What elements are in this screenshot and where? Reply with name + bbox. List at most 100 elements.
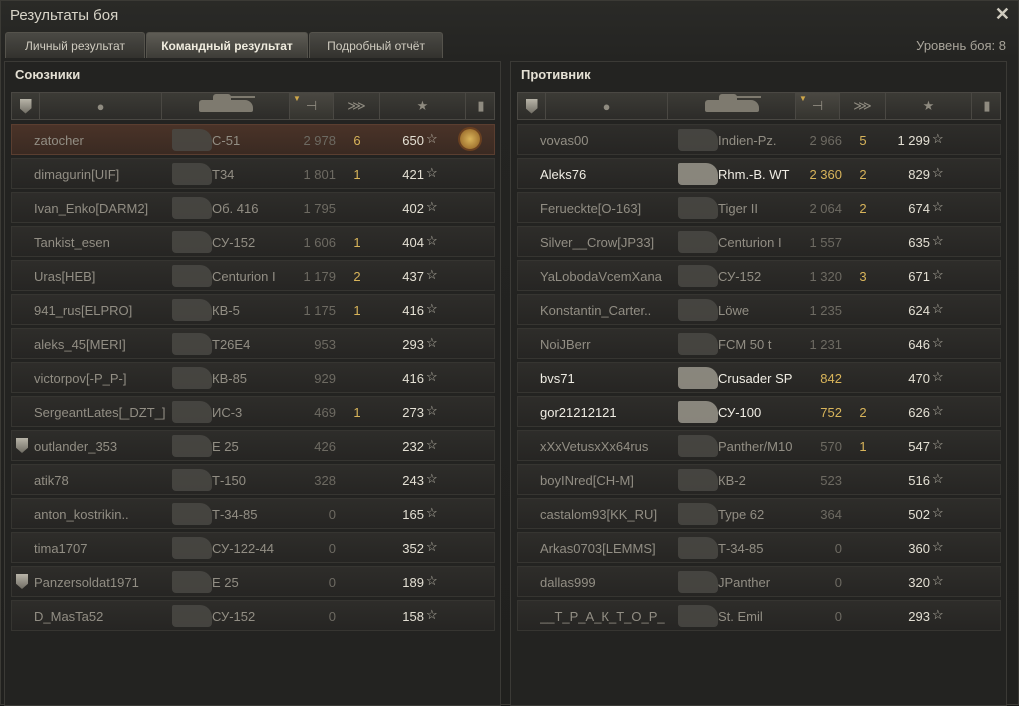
score-value: 626 [908,405,930,420]
score-value: 547 [908,439,930,454]
table-row[interactable]: 941_rus[ELPRO] КВ-5 1 175 1 416 ☆ [11,294,495,325]
enemies-title: Противник [521,67,591,82]
table-row[interactable]: aleks_45[MERI] T26E4 953 293 ☆ [11,328,495,359]
star-icon: ☆ [932,403,944,418]
xp-icon[interactable]: ▼ ⊣ [796,93,840,119]
star-icon: ☆ [426,607,438,622]
tank-icon[interactable] [162,93,290,119]
tank-image [678,299,718,321]
score-value: 165 [402,507,424,522]
player-name: boyINred[CH-M] [540,473,634,488]
star-icon: ☆ [932,131,944,146]
tank-image [172,197,212,219]
medal-icon[interactable]: ▮ [466,93,496,119]
table-row[interactable]: boyINred[CH-M] КВ-2 523 516 ☆ [517,464,1001,495]
close-icon[interactable]: ✕ [995,4,1010,25]
tank-image [172,401,212,423]
score-value: 416 [402,303,424,318]
kills-icon[interactable]: ⋙ [334,93,380,119]
tank-image [678,469,718,491]
table-row[interactable]: Silver__Crow[JP33] Centurion I1 557 635 ☆ [517,226,1001,257]
table-row[interactable]: atik78 Т-150 328 243 ☆ [11,464,495,495]
table-row[interactable]: vovas00 Indien-Pz. 2 966 5 1 299 ☆ [517,124,1001,155]
table-row[interactable]: D_MasTa52 СУ-152 0 158 ☆ [11,600,495,631]
medal-icon[interactable] [460,129,482,151]
table-row[interactable]: outlander_353 E 25 426 232 ☆ [11,430,495,461]
star-icon: ☆ [932,539,944,554]
table-row[interactable]: __Т_Р_А_К_Т_О_Р_ St. Emil 0 293 ☆ [517,600,1001,631]
kills-value: 2 [353,269,361,284]
table-row[interactable]: dimagurin[UIF] Т34 1 801 1 421 ☆ [11,158,495,189]
experience-value: 364 [820,507,842,522]
table-row[interactable]: zatocher С-51 2 978 6 650 ☆ [11,124,495,155]
score-value: 650 [402,133,424,148]
allies-panel: Союзники ● ▼ ⊣ ⋙ ★ ▮ zatocher С-51 2 978 6 65… [4,61,501,706]
player-name: zatocher [34,133,84,148]
player-name: Uras[HEB] [34,269,96,284]
score-value: 158 [402,609,424,624]
experience-value: 0 [328,507,336,522]
player-name: xXxVetusxXx64rus [540,439,649,454]
table-row[interactable]: NoiJBerr FCM 50 t1 231 646 ☆ [517,328,1001,359]
tank-image [678,401,718,423]
player-name: dallas999 [540,575,596,590]
score-value: 516 [908,473,930,488]
squad-icon[interactable] [12,93,40,119]
star-icon: ☆ [426,301,438,316]
title-bar[interactable]: Результаты боя ✕ [1,1,1018,31]
player-name: D_MasTa52 [34,609,104,624]
player-name: __Т_Р_А_К_Т_О_Р_ [540,609,665,624]
table-row[interactable]: bvs71 Crusader SP 842 470 ☆ [517,362,1001,393]
kills-value: 5 [859,133,867,148]
battle-level: Уровень боя: 8 [916,38,1006,53]
tank-icon[interactable] [668,93,796,119]
tank-image [678,503,718,525]
table-row[interactable]: Arkas0703[LEMMS] Т-34-85 0 360 ☆ [517,532,1001,563]
player-name: Konstantin_Carter.. [540,303,652,318]
table-row[interactable]: Tankist_esen СУ-152 1 606 1 404 ☆ [11,226,495,257]
player-name: Aleks76 [540,167,587,182]
table-row[interactable]: Konstantin_Carter.. Löwe 1 235 624 ☆ [517,294,1001,325]
xp-icon[interactable]: ▼ ⊣ [290,93,334,119]
kills-value: 2 [859,405,867,420]
table-row[interactable]: xXxVetusxXx64rus Panther/M10 570 1 547 ☆ [517,430,1001,461]
table-row[interactable]: Aleks76 Rhm.-B. WT 2 360 2 829 ☆ [517,158,1001,189]
score-value: 1 299 [897,133,930,148]
score-value: 470 [908,371,930,386]
player-name: dimagurin[UIF] [34,167,120,182]
table-row[interactable]: Ivan_Enko[DARM2] Об. 416 1 795 402 ☆ [11,192,495,223]
squad-icon[interactable] [518,93,546,119]
tank-image [678,231,718,253]
score-value: 421 [402,167,424,182]
player-icon[interactable]: ● [546,93,668,119]
table-row[interactable]: Uras[HEB] Centurion I1 179 2 437 ☆ [11,260,495,291]
experience-value: 0 [834,609,842,624]
tank-image [172,367,212,389]
score-value: 293 [908,609,930,624]
table-row[interactable]: anton_kostrikin.. Т-34-85 0 165 ☆ [11,498,495,529]
table-row[interactable]: victorpov[-P_P-] КВ-85 929 416 ☆ [11,362,495,393]
tab-team-result[interactable]: Командный результат [146,32,308,58]
medal-icon[interactable]: ▮ [972,93,1002,119]
table-row[interactable]: SergeantLates[_DZT_] ИС-3 469 1 273 ☆ [11,396,495,427]
table-row[interactable]: dallas999 JPanther 0 320 ☆ [517,566,1001,597]
table-row[interactable]: tima1707 СУ-122-44 0 352 ☆ [11,532,495,563]
kills-icon[interactable]: ⋙ [840,93,886,119]
table-row[interactable]: gor21212121 СУ-100 752 2 626 ☆ [517,396,1001,427]
table-row[interactable]: Panzersoldat1971 E 25 0 189 ☆ [11,566,495,597]
table-row[interactable]: Ferueckte[O-163] Tiger II 2 064 2 674 ☆ [517,192,1001,223]
table-row[interactable]: castalom93[KK_RU] Type 62 364 502 ☆ [517,498,1001,529]
player-name: aleks_45[MERI] [34,337,126,352]
player-name: castalom93[KK_RU] [540,507,658,522]
star-icon[interactable]: ★ [380,93,466,119]
player-icon[interactable]: ● [40,93,162,119]
score-value: 293 [402,337,424,352]
table-row[interactable]: YaLobodaVcemXana СУ-152 1 320 3 671 ☆ [517,260,1001,291]
tab-personal-result[interactable]: Личный результат [5,32,145,58]
star-icon: ☆ [932,505,944,520]
experience-value: 1 801 [303,167,336,182]
experience-value: 842 [820,371,842,386]
experience-value: 469 [314,405,336,420]
star-icon[interactable]: ★ [886,93,972,119]
tab-detailed-report[interactable]: Подробный отчёт [309,32,443,58]
